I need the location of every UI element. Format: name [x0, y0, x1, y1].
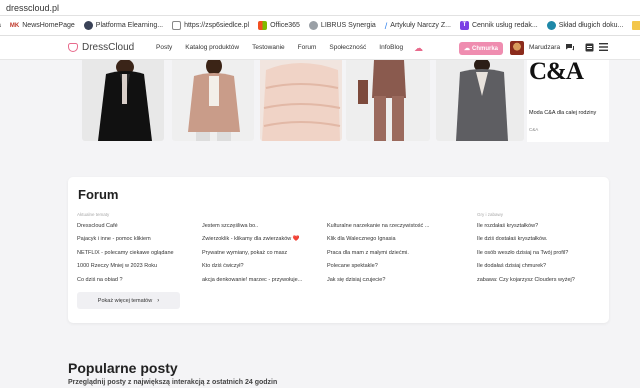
forum-topic[interactable]: 1000 Rzeczy Mniej w 2023 Roku	[77, 263, 174, 276]
address-bar[interactable]: dresscloud.pl	[0, 0, 640, 16]
mk-icon: MK	[9, 22, 20, 29]
forum-topic[interactable]: Praca dla mam z małymi dziećmi.	[327, 250, 429, 263]
bookmark-label: Office365	[270, 22, 300, 29]
forum-col4-header: Gry i zabawy	[477, 212, 504, 217]
forum-topic[interactable]: Polecane spektakle?	[327, 263, 429, 276]
bookmark-label: Cennik usług redak...	[471, 22, 538, 29]
product-image-leather-jacket[interactable]	[82, 60, 164, 141]
bookmark-8[interactable]: Skład długich doku...	[546, 21, 624, 30]
bookmark-4[interactable]: Office365	[258, 21, 300, 30]
chat-icon[interactable]	[565, 43, 575, 53]
forum-topic[interactable]: Co dziś na obiad ?	[77, 277, 174, 290]
page-icon	[172, 21, 182, 30]
forum-topic[interactable]: Ile osób weszło dzisiaj na Twój profil?	[477, 250, 575, 263]
forum-topic[interactable]: Prywatne wymiany, pokaż co masz	[202, 250, 302, 263]
brand-logo: C&A	[529, 58, 584, 85]
bookmark-label: a	[0, 22, 1, 29]
teal-icon	[546, 21, 556, 30]
folder-icon	[632, 21, 640, 30]
forum-column-1: Dresscloud Café Pajacyk i inne - pomoc k…	[77, 223, 174, 290]
bookmark-3[interactable]: https://zsp6siedlce.pl	[172, 21, 249, 30]
forum-topic[interactable]: Zwierzoklik - klikamy dla zwierzaków ❤️	[202, 236, 302, 249]
forum-topic[interactable]: Ile dodałaś dzisiaj chmurek?	[477, 263, 575, 276]
avatar[interactable]	[510, 41, 524, 55]
bookmark-label: Artykuły Narczy Z...	[390, 22, 451, 29]
product-image-pink-puffer[interactable]	[260, 60, 342, 141]
nav-infoblog[interactable]: InfoBlog	[379, 44, 403, 51]
bookmarks-bar: a MKNewsHomePage Platforma Elearning... …	[0, 16, 640, 36]
forum-topic[interactable]: Pajacyk i inne - pomoc klikiem	[77, 236, 174, 249]
bookmark-label: https://zsp6siedlce.pl	[184, 22, 250, 29]
forum-topic[interactable]: NETFLIX - polecamy ciekawe oglądane	[77, 250, 174, 263]
librus-icon	[308, 21, 318, 30]
popular-posts-title: Popularne posty	[68, 360, 178, 376]
chmurka-label: Chmurka	[471, 45, 498, 52]
bookmark-label: NewsHomePage	[22, 22, 75, 29]
bookmark-1[interactable]: MK NewsHomePage	[10, 22, 75, 29]
show-more-topics-button[interactable]: Pokaż więcej tematów ›	[77, 292, 180, 309]
address-bar-url: dresscloud.pl	[6, 3, 60, 13]
box-icon[interactable]	[584, 43, 594, 53]
pen-icon: /	[384, 20, 388, 31]
forum-topic[interactable]: akcja denkowanie! marzec - przywołuje...	[202, 277, 302, 290]
bookmark-0[interactable]: a	[0, 22, 1, 29]
main-nav: Posty Katalog produktów Testowanie Forum…	[156, 44, 416, 51]
show-more-label: Pokaż więcej tematów	[97, 297, 153, 304]
bookmark-2[interactable]: Platforma Elearning...	[83, 21, 164, 30]
bookmark-9[interactable]: mgr	[632, 21, 640, 30]
microsoft-icon	[258, 21, 268, 30]
forum-topic[interactable]: Ile rozdałaś kryształków?	[477, 223, 575, 236]
bookmark-label: Platforma Elearning...	[95, 22, 164, 29]
site-logo[interactable]: DressCloud	[68, 42, 134, 53]
bookmark-5[interactable]: LIBRUS Synergia	[308, 21, 376, 30]
forum-topic[interactable]: Dresscloud Café	[77, 223, 174, 236]
cloud-logo-icon	[68, 43, 78, 52]
cloud-icon[interactable]: ☁	[414, 44, 423, 53]
menu-icon[interactable]	[598, 43, 608, 53]
brand-title: Moda C&A dla całej rodziny	[529, 110, 597, 116]
brand-sub: C&A	[529, 127, 539, 132]
forum-topic[interactable]: Kulturalne narzekanie na rzeczywistość .…	[327, 223, 429, 236]
forum-topic[interactable]: Kto dziś ćwiczył?	[202, 263, 302, 276]
cloud-small-icon: ☁	[463, 46, 470, 52]
platforma-icon	[83, 21, 93, 30]
product-image-beige-blazer[interactable]	[172, 60, 254, 141]
forum-column-4: Ile rozdałaś kryształków? Ile dziś dosta…	[477, 223, 575, 290]
bookmark-label: LIBRUS Synergia	[320, 22, 376, 29]
chevron-right-icon: ›	[157, 297, 160, 304]
nav-forum[interactable]: Forum	[298, 44, 317, 51]
popular-posts-subtitle: Przeglądnij posty z największą interakcj…	[68, 379, 278, 386]
product-carousel: C&A Moda C&A dla całej rodziny C&A	[68, 58, 609, 142]
forum-card: Forum Aktualne tematy Gry i zabawy Dress…	[68, 177, 609, 323]
forum-title: Forum	[78, 187, 119, 202]
chmurka-button[interactable]: ☁ Chmurka	[459, 42, 503, 55]
username[interactable]: Marudzara	[529, 44, 560, 51]
product-image-brown-suit[interactable]	[346, 60, 430, 141]
logo-text: DressCloud	[82, 42, 135, 53]
nav-testowanie[interactable]: Testowanie	[252, 44, 285, 51]
forum-topic[interactable]: Ile dziś dostałaś kryształków.	[477, 236, 575, 249]
forum-topic[interactable]: zabawa: Czy kojarzysz Clouders wyżej?	[477, 277, 575, 290]
t-icon: T	[459, 21, 469, 30]
bookmark-6[interactable]: / Artykuły Narczy Z...	[385, 21, 451, 31]
forum-column-3: Kulturalne narzekanie na rzeczywistość .…	[327, 223, 429, 290]
nav-spolecznosc[interactable]: Społeczność	[329, 44, 366, 51]
site-header: DressCloud Posty Katalog produktów Testo…	[0, 36, 640, 60]
forum-topic[interactable]: Klik dla Walecznego Ignasia	[327, 236, 429, 249]
nav-katalog[interactable]: Katalog produktów	[185, 44, 239, 51]
brand-card-ca[interactable]: C&A Moda C&A dla całej rodziny C&A	[527, 58, 609, 142]
forum-col1-header: Aktualne tematy	[77, 212, 110, 217]
product-image-gray-coat[interactable]	[436, 60, 524, 141]
nav-posty[interactable]: Posty	[156, 44, 172, 51]
bookmark-7[interactable]: T Cennik usług redak...	[459, 21, 538, 30]
forum-topic[interactable]: Jestem szczęśliwa bo..	[202, 223, 302, 236]
forum-column-2: Jestem szczęśliwa bo.. Zwierzoklik - kli…	[202, 223, 302, 290]
bookmark-label: Skład długich doku...	[558, 22, 624, 29]
forum-topic[interactable]: Jak się dzisiaj czujecie?	[327, 277, 429, 290]
